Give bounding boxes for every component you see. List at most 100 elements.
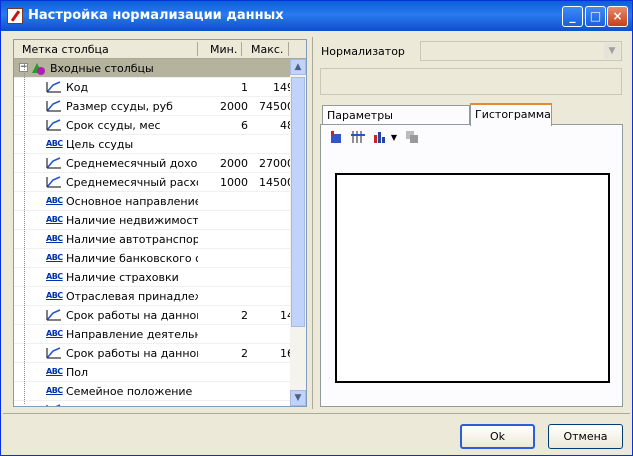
grid-header: Метка столбца Мин. Макс. <box>14 40 306 59</box>
table-row[interactable]: ABC Семейное положение <box>14 382 290 401</box>
column-label: Код <box>66 81 89 94</box>
text-column-icon: ABC <box>46 367 63 376</box>
tab-histogram[interactable]: Гистограмма <box>470 103 552 126</box>
table-row[interactable]: ABCОтраслевая принадлеж... <box>14 287 290 306</box>
normalizer-description <box>320 68 622 95</box>
table-row[interactable]: ABC Направление деятельн... <box>14 325 290 344</box>
vertical-scrollbar[interactable]: ▲ ▼ <box>290 59 306 406</box>
input-columns-icon <box>31 61 45 75</box>
column-label: Количество лет <box>66 404 198 406</box>
table-row[interactable]: ABCНаличие автотранспорта <box>14 230 290 249</box>
chevron-down-icon[interactable]: ▼ <box>389 129 399 147</box>
table-row[interactable]: ABC Наличие банковского с... <box>14 249 290 268</box>
column-label: Среднемесячный доход... <box>66 157 198 170</box>
hand-icon[interactable] <box>327 129 345 147</box>
column-label: Отраслевая принадлеж... <box>66 290 198 303</box>
column-label: Наличие недвижимости <box>66 214 198 227</box>
table-row[interactable]: Срок ссуды, мес 6 48 <box>14 116 294 135</box>
numeric-column-icon <box>46 176 62 188</box>
close-button[interactable]: × <box>607 6 628 27</box>
text-column-icon: ABC <box>46 291 63 300</box>
column-label: Цель ссуды <box>66 138 134 151</box>
numeric-column-icon <box>46 119 62 131</box>
numeric-column-icon <box>46 309 62 321</box>
app-icon <box>7 8 23 24</box>
panel-splitter[interactable] <box>312 37 313 409</box>
text-column-icon: ABC <box>46 329 63 338</box>
table-row[interactable]: Срок работы на данном... 2 14 <box>14 306 294 325</box>
column-label: Среднемесячный расхо... <box>66 176 198 189</box>
column-max: 16 <box>280 347 294 360</box>
title-bar[interactable]: Настройка нормализации данных _ □ × <box>1 1 632 31</box>
normalizer-select[interactable]: ▼ <box>420 41 622 61</box>
ok-button[interactable]: Ok <box>460 424 535 449</box>
table-row[interactable]: ABC Цель ссуды <box>14 135 290 154</box>
numeric-column-icon <box>46 404 62 406</box>
tree-line <box>24 64 26 404</box>
scroll-thumb[interactable] <box>291 77 305 327</box>
table-row[interactable]: ABC Наличие страховки <box>14 268 290 287</box>
histogram-canvas[interactable] <box>335 173 610 383</box>
text-column-icon: ABC <box>46 139 63 148</box>
scroll-up-icon[interactable]: ▲ <box>290 59 306 75</box>
bar-chart-icon[interactable] <box>371 129 389 147</box>
text-column-icon: ABC <box>46 253 63 262</box>
column-min: 6 <box>241 119 248 132</box>
column-label: Наличие автотранспорта <box>66 233 198 246</box>
table-row[interactable]: ABCОсновное направление ... <box>14 192 290 211</box>
window-title: Настройка нормализации данных <box>28 8 284 23</box>
table-row[interactable]: Код 1 149 <box>14 78 294 97</box>
column-min: 19 <box>198 404 248 406</box>
column-max: 48 <box>280 119 294 132</box>
header-min[interactable]: Мин. <box>210 43 237 56</box>
text-column-icon: ABC <box>46 386 63 395</box>
column-max: 27000 <box>259 157 294 170</box>
column-label: Срок ссуды, мес <box>66 119 161 132</box>
numeric-column-icon <box>46 100 62 112</box>
scroll-down-icon[interactable]: ▼ <box>290 390 306 406</box>
text-column-icon: ABC <box>46 215 63 224</box>
column-label: Наличие банковского с... <box>66 252 198 265</box>
maximize-button[interactable]: □ <box>585 6 606 27</box>
tab-strip: Параметры нормализации Гистограмма <box>320 103 623 142</box>
column-max: 14500 <box>259 176 294 189</box>
normalizer-label: Нормализатор <box>321 45 405 58</box>
column-min: 2 <box>241 309 248 322</box>
columns-grid: Метка столбца Мин. Макс. − Входные столб… <box>13 39 307 407</box>
column-label: Наличие страховки <box>66 271 179 284</box>
bottom-separator <box>3 413 630 414</box>
chevron-down-icon[interactable]: ▼ <box>604 43 620 59</box>
column-min: 1000 <box>220 176 248 189</box>
tree-root-row[interactable]: − Входные столбцы <box>14 59 290 78</box>
cancel-button[interactable]: Отмена <box>548 424 623 449</box>
grid-rows: − Входные столбцы Код 1 149 Размер ссуды, р… <box>14 59 294 406</box>
header-label[interactable]: Метка столбца <box>22 43 109 56</box>
table-row[interactable]: Количество лет19 70 <box>14 401 294 406</box>
column-min: 2000 <box>220 100 248 113</box>
column-max: 149 <box>273 81 294 94</box>
table-row[interactable]: Среднемесячный расхо... 1000 14500 <box>14 173 294 192</box>
column-label: Основное направление ... <box>66 195 198 208</box>
column-max: 14 <box>280 309 294 322</box>
copy-icon[interactable] <box>403 129 421 147</box>
column-min: 2 <box>241 347 248 360</box>
table-row[interactable]: Среднемесячный доход... 2000 27000 <box>14 154 294 173</box>
table-row[interactable]: Срок работы на данном... 2 16 <box>14 344 294 363</box>
column-label: Срок работы на данном... <box>66 347 198 360</box>
scale-icon[interactable] <box>349 129 367 147</box>
column-label: Срок работы на данном... <box>66 309 198 322</box>
column-min: 1 <box>241 81 248 94</box>
table-row[interactable]: ABC Наличие недвижимости <box>14 211 290 230</box>
column-label: Пол <box>66 366 89 379</box>
numeric-column-icon <box>46 81 62 93</box>
minimize-button[interactable]: _ <box>562 6 583 27</box>
text-column-icon: ABC <box>46 234 63 243</box>
numeric-column-icon <box>46 347 62 359</box>
header-max[interactable]: Макс. <box>251 43 283 56</box>
tab-normalization-params[interactable]: Параметры нормализации <box>322 105 470 142</box>
table-row[interactable]: Размер ссуды, руб 2000 74500 <box>14 97 294 116</box>
column-label: Семейное положение <box>66 385 193 398</box>
numeric-column-icon <box>46 157 62 169</box>
table-row[interactable]: ABC Пол <box>14 363 290 382</box>
tree-root-label: Входные столбцы <box>50 62 154 75</box>
